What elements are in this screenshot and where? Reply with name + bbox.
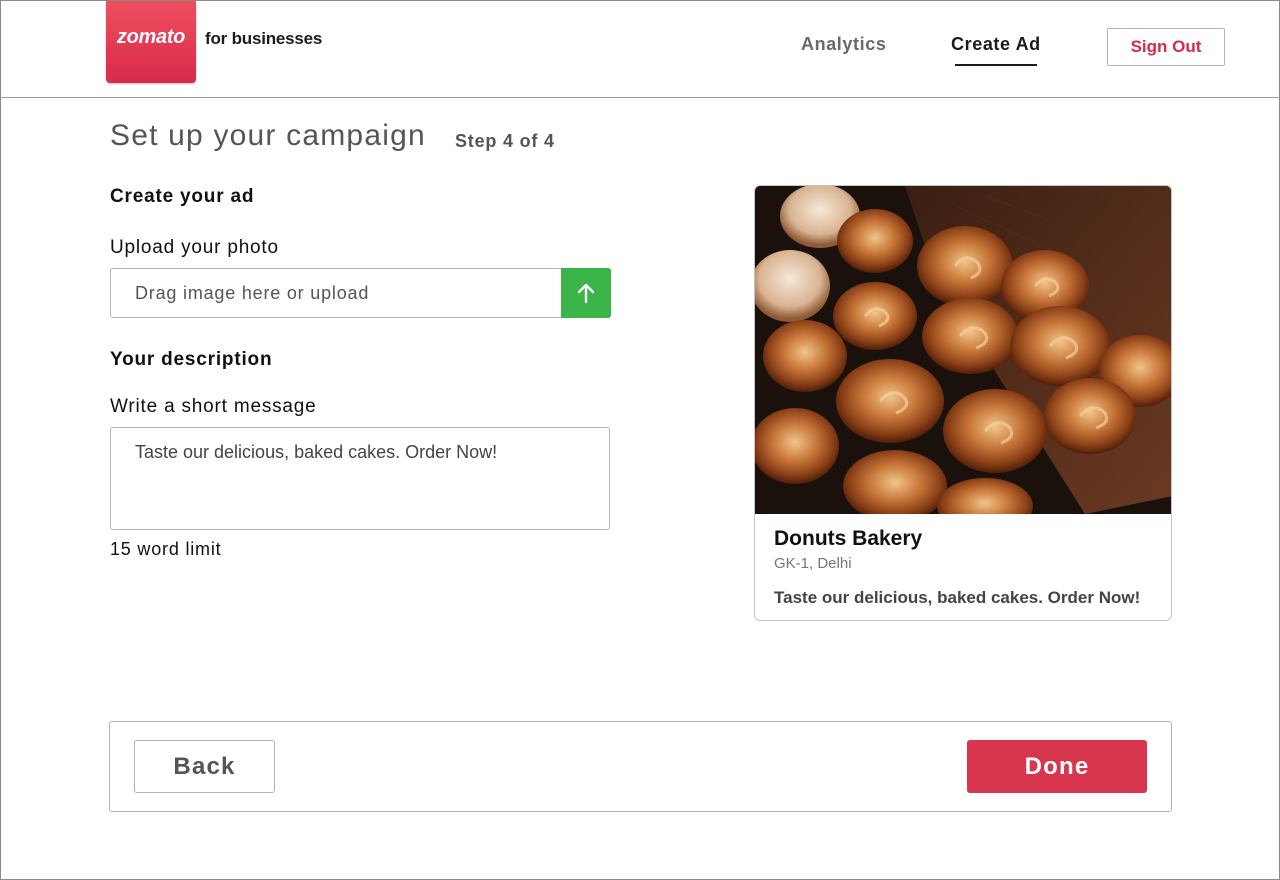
step-indicator: Step 4 of 4: [455, 131, 555, 151]
active-nav-underline: [955, 64, 1037, 66]
section-heading-create-ad: Create your ad: [110, 186, 255, 207]
back-button[interactable]: Back: [134, 740, 275, 793]
app-frame: zomato for businesses Analytics Create A…: [0, 0, 1280, 880]
footer-action-bar: Back Done: [109, 721, 1172, 812]
preview-restaurant-name: Donuts Bakery: [774, 527, 923, 550]
page-title: Set up your campaign: [110, 119, 426, 152]
upload-button[interactable]: [561, 268, 611, 318]
nav-create-ad[interactable]: Create Ad: [951, 34, 1041, 55]
word-limit-hint: 15 word limit: [110, 539, 222, 559]
zomato-logo[interactable]: zomato: [106, 1, 196, 83]
preview-location: GK-1, Delhi: [774, 555, 852, 572]
section-heading-description: Your description: [110, 349, 273, 370]
nav-analytics[interactable]: Analytics: [801, 34, 886, 55]
top-header: zomato for businesses Analytics Create A…: [1, 1, 1279, 98]
message-label: Write a short message: [110, 396, 317, 417]
upload-placeholder: Drag image here or upload: [135, 283, 370, 303]
done-button[interactable]: Done: [967, 740, 1147, 793]
sign-out-button[interactable]: Sign Out: [1107, 28, 1225, 66]
photo-upload-field[interactable]: Drag image here or upload: [110, 268, 611, 318]
brand-suffix: for businesses: [205, 29, 323, 48]
preview-message: Taste our delicious, baked cakes. Order …: [774, 588, 1141, 607]
message-textarea[interactable]: Taste our delicious, baked cakes. Order …: [110, 427, 610, 530]
ad-preview-card: Donuts Bakery GK-1, Delhi Taste our deli…: [754, 185, 1172, 621]
arrow-up-icon: [577, 283, 595, 304]
pastries-photo: [755, 186, 1171, 514]
upload-photo-label: Upload your photo: [110, 237, 279, 258]
logo-text: zomato: [116, 26, 186, 48]
